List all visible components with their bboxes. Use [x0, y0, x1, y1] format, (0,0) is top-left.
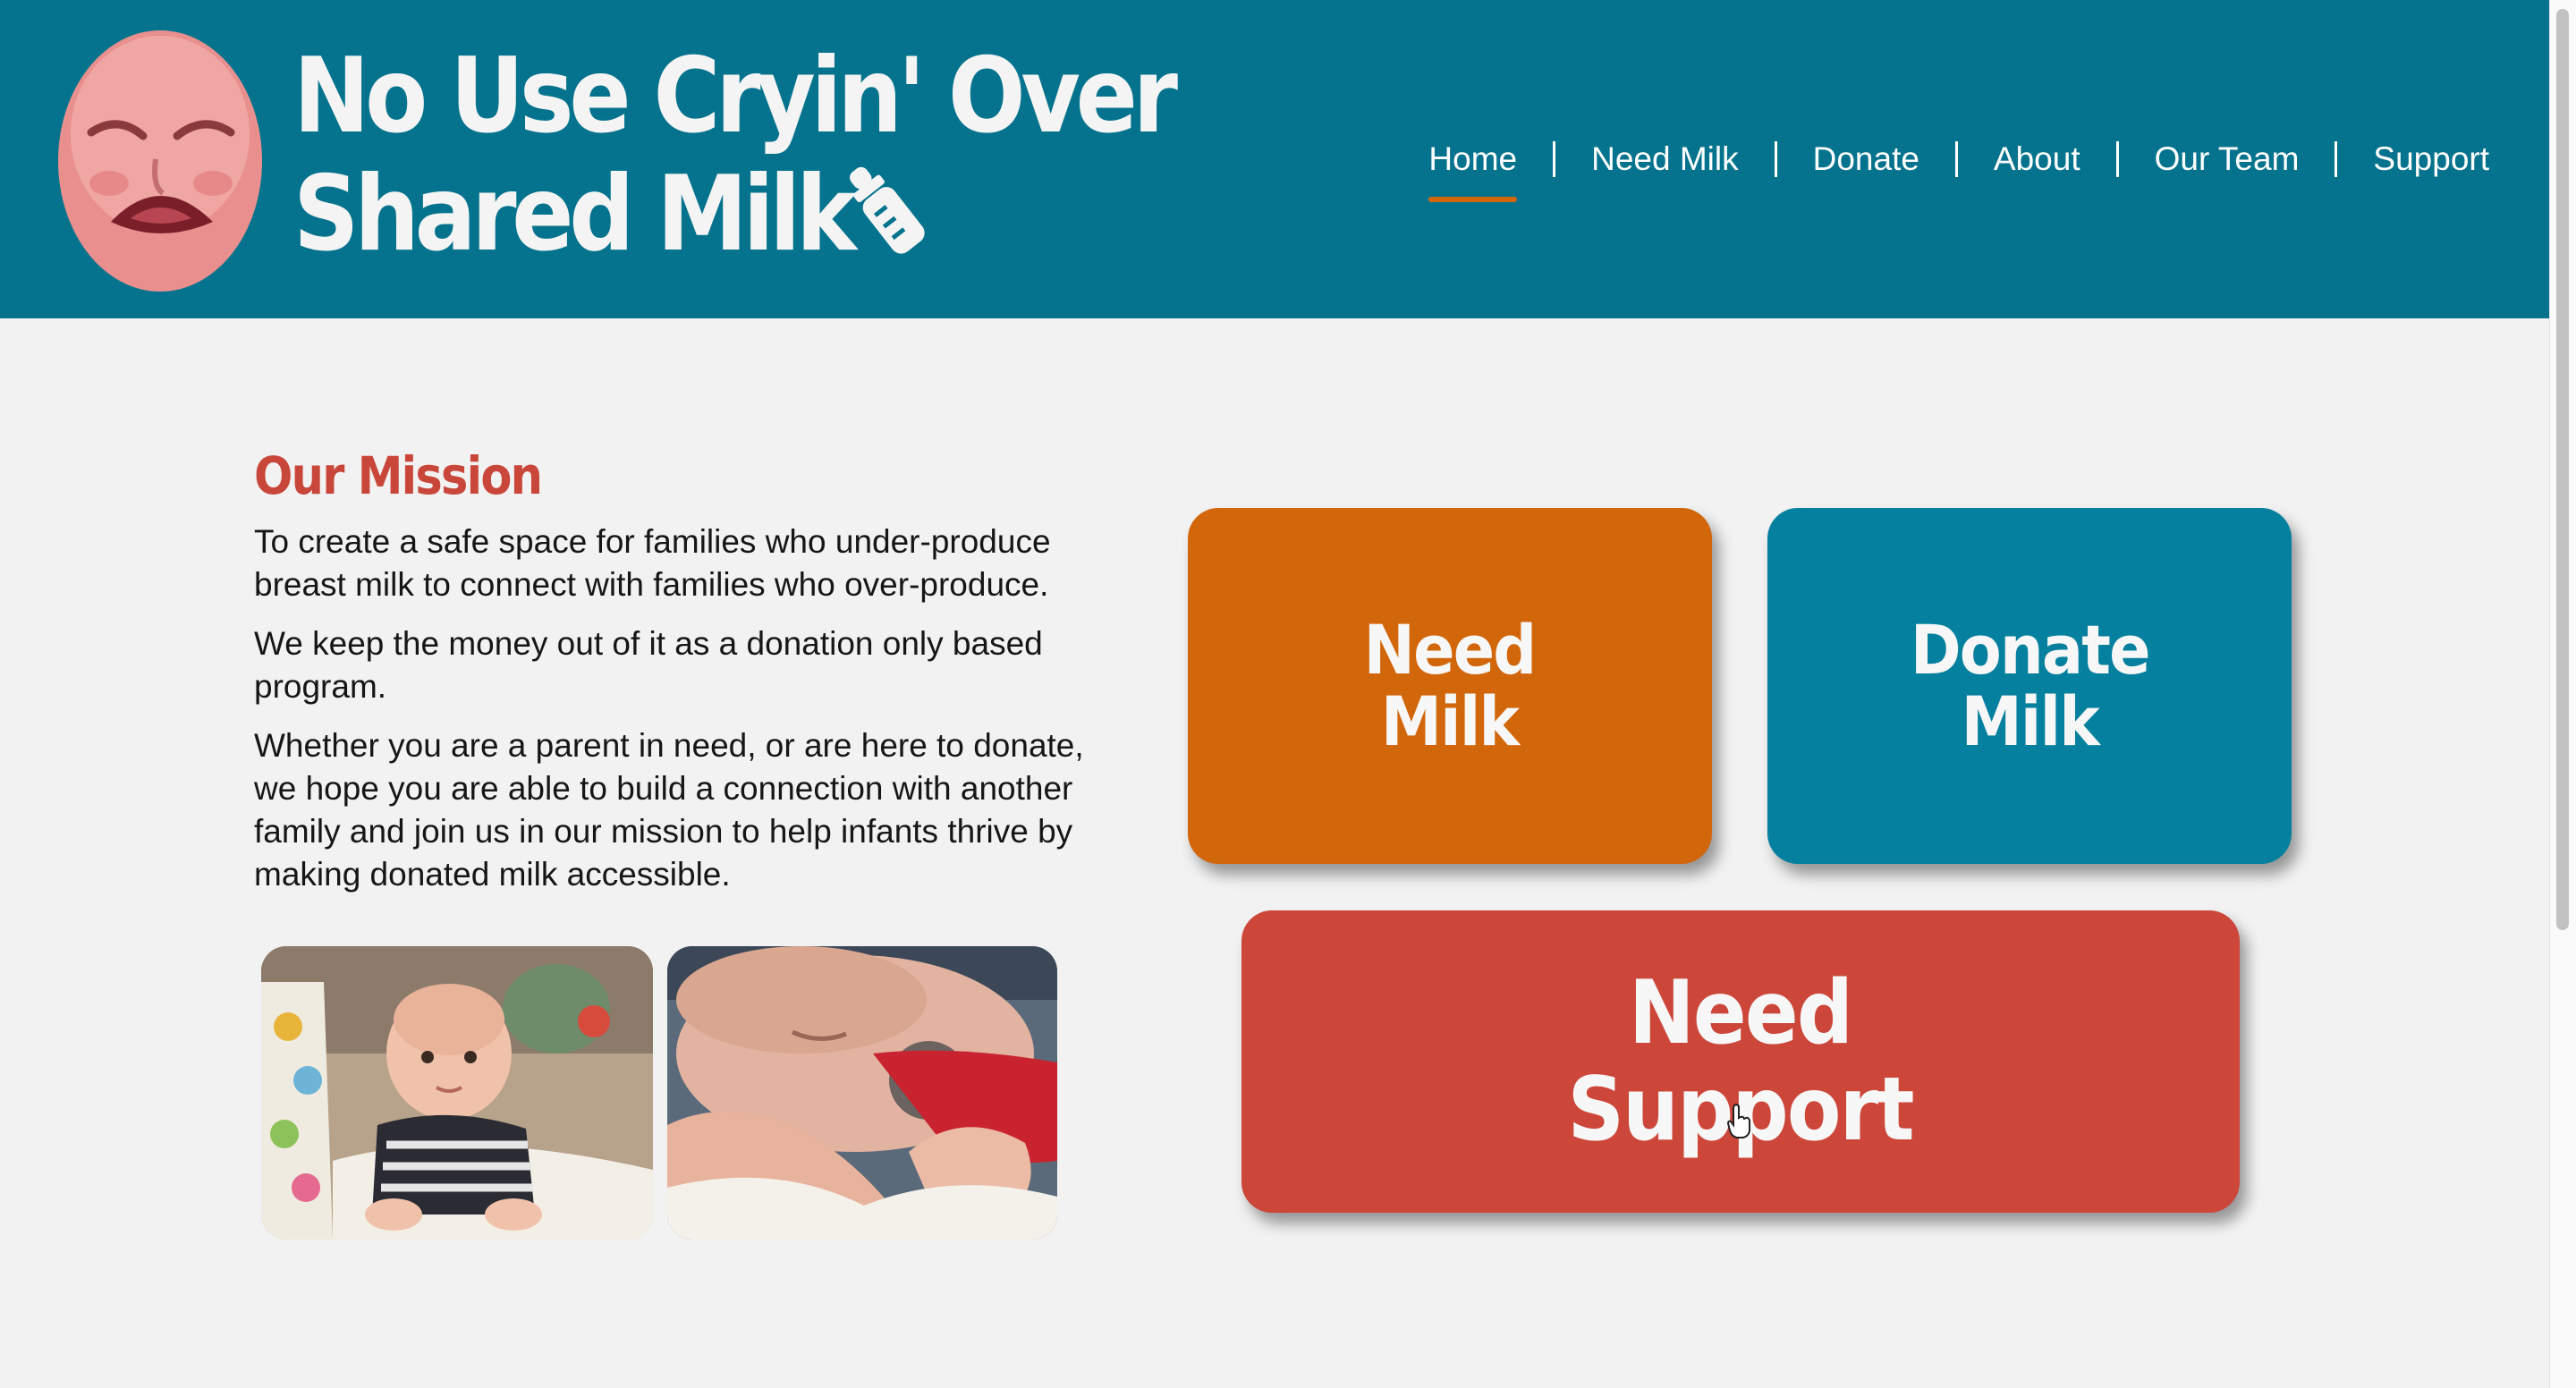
- nav-separator: [1954, 141, 1958, 177]
- nav-item-need-milk[interactable]: Need Milk: [1591, 136, 1739, 182]
- need-support-button[interactable]: Need Support: [1241, 910, 2240, 1213]
- nav-item-home[interactable]: Home: [1428, 136, 1517, 202]
- mission-heading: Our Mission: [254, 445, 543, 506]
- nav-item-support[interactable]: Support: [2373, 136, 2489, 182]
- scrollbar-thumb[interactable]: [2556, 9, 2569, 930]
- nav-separator: [1553, 141, 1556, 177]
- baby-bottle-icon: [850, 166, 925, 254]
- nav-separator: [1774, 141, 1777, 177]
- sleeping-newborn-photo: [667, 946, 1057, 1240]
- baby-on-play-mat-photo: [261, 946, 653, 1240]
- donate-milk-button[interactable]: Donate Milk: [1767, 508, 2292, 864]
- need-milk-button-label: Need Milk: [1364, 610, 1538, 761]
- need-milk-button[interactable]: Need Milk: [1188, 508, 1712, 864]
- nav-item-donate[interactable]: Donate: [1813, 136, 1919, 182]
- nav-item-our-team[interactable]: Our Team: [2155, 136, 2300, 182]
- mission-paragraph: Whether you are a parent in need, or are…: [254, 727, 1084, 893]
- main-nav: Home Need Milk Donate About Our Team Sup…: [1428, 136, 2489, 202]
- mission-text: To create a safe space for families who …: [254, 520, 1095, 912]
- nav-separator: [2115, 141, 2119, 177]
- hand-pointer-icon: [1726, 1104, 1750, 1138]
- donate-milk-button-label: Donate Milk: [1910, 610, 2151, 761]
- mission-paragraph: We keep the money out of it as a donatio…: [254, 625, 1043, 705]
- site-title-line-2: Shared Milk: [293, 154, 857, 275]
- site-header: No Use Cryin' Over Shared Milk Home Need…: [0, 0, 2549, 318]
- nav-separator: [2334, 141, 2338, 177]
- mission-paragraph: To create a safe space for families who …: [254, 523, 1051, 603]
- site-title-line-1: No Use Cryin' Over: [293, 36, 1178, 157]
- crying-baby-logo-icon[interactable]: [55, 27, 265, 293]
- site-title[interactable]: No Use Cryin' Over Shared Milk: [293, 36, 1178, 275]
- nav-item-about[interactable]: About: [1994, 136, 2080, 182]
